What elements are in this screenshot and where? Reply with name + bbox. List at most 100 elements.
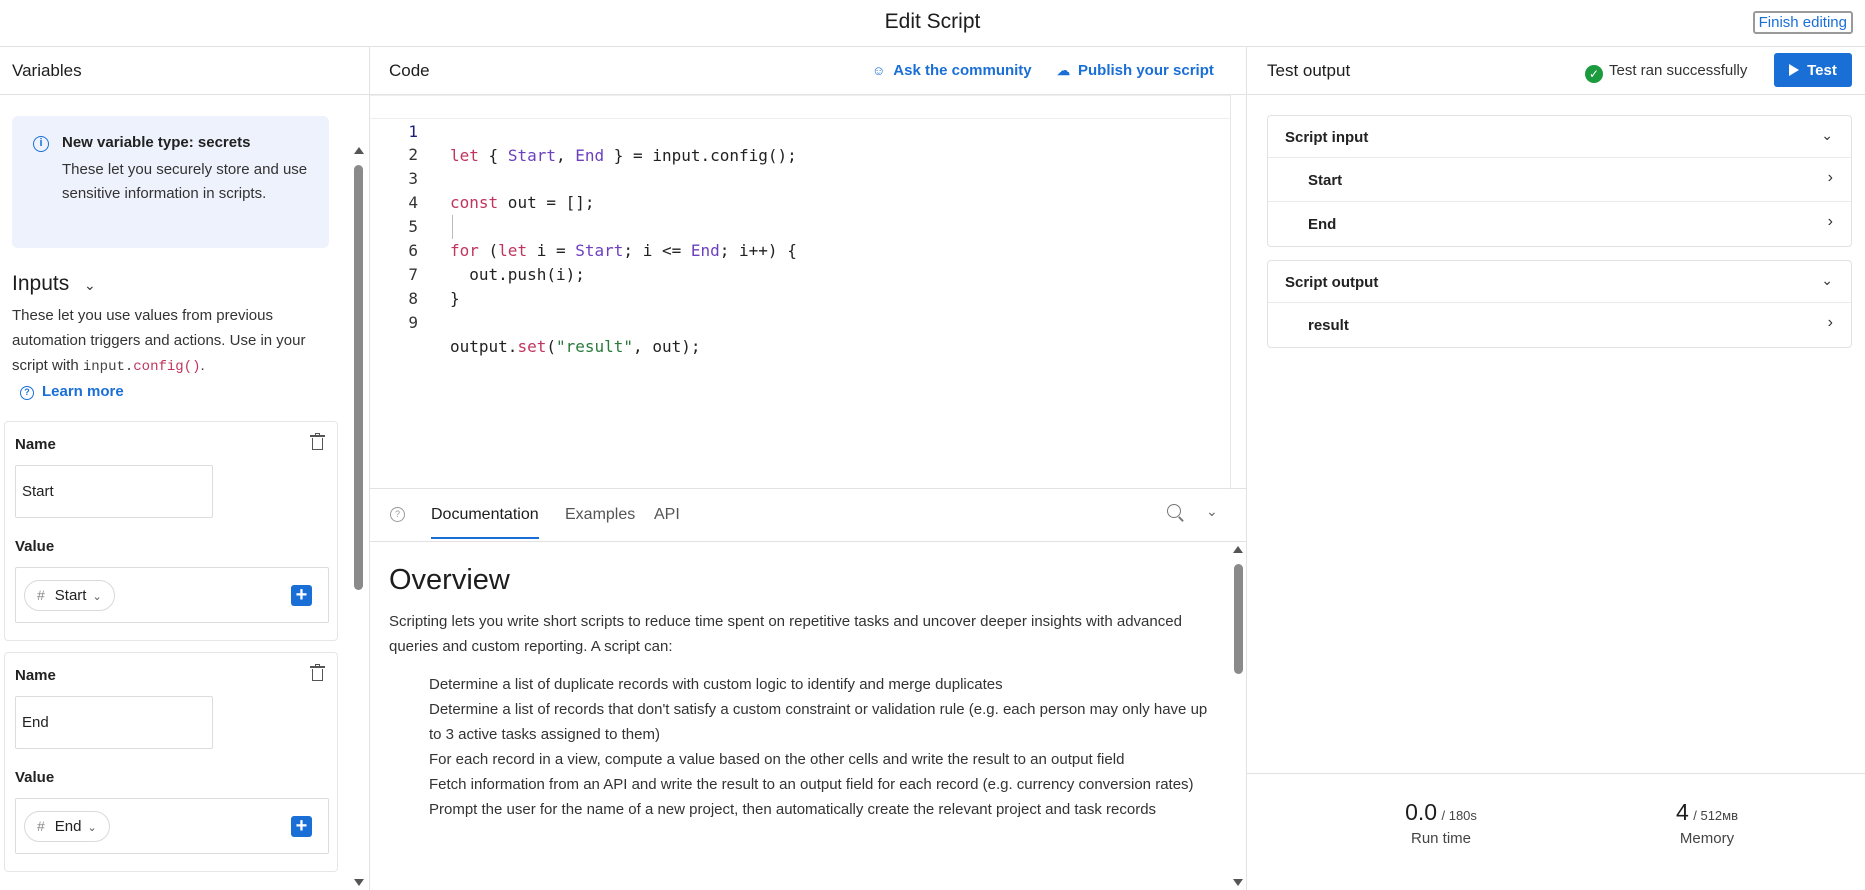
- help-icon[interactable]: ?: [390, 507, 405, 522]
- scroll-thumb[interactable]: [1234, 564, 1243, 674]
- finish-editing-button[interactable]: Finish editing: [1752, 11, 1853, 34]
- inputs-heading[interactable]: Inputs: [12, 272, 69, 296]
- memory-stat: 4 / 512мв Memory: [1675, 799, 1738, 847]
- variables-scrollbar[interactable]: [352, 95, 366, 890]
- variables-title: Variables: [12, 61, 82, 80]
- line-number: 9: [408, 313, 418, 332]
- indent-guide: [452, 215, 453, 239]
- chevron-right-icon: ›: [1827, 314, 1833, 331]
- trash-icon[interactable]: [310, 664, 325, 681]
- variables-header: Variables: [0, 47, 369, 95]
- cloud-upload-icon: ☁: [1057, 63, 1070, 78]
- ask-community-link[interactable]: ☺ Ask the community: [872, 62, 1032, 79]
- run-time-stat: 0.0 / 180s Run time: [1405, 799, 1477, 847]
- list-item: Fetch information from an API and write …: [429, 776, 1194, 793]
- code-line[interactable]: 5 for (let i = Start; i <= End; i++) {: [370, 191, 1230, 260]
- value-label: Value: [15, 538, 55, 555]
- code-line[interactable]: 1 let { Start, End } = input.config();: [370, 95, 1230, 165]
- variable-card-start: Name Start Value # Start ⌄ +: [4, 421, 338, 641]
- tab-api[interactable]: API: [654, 506, 680, 524]
- list-item: Prompt the user for the name of a new pr…: [429, 801, 1157, 818]
- info-text: These let you securely store and use sen…: [62, 161, 308, 202]
- test-output-header: Test output ✓ Test ran successfully Test: [1247, 47, 1865, 95]
- hash-icon: #: [37, 818, 45, 834]
- script-input-accordion: Script input ⌄ Start › End ›: [1267, 115, 1852, 247]
- chevron-down-icon[interactable]: ⌄: [84, 277, 96, 294]
- hash-icon: #: [37, 587, 45, 603]
- doc-heading: Overview: [389, 564, 510, 596]
- doc-intro: Scripting lets you write short scripts t…: [389, 613, 1182, 655]
- info-icon: i: [33, 136, 49, 152]
- script-output-accordion: Script output ⌄ result ›: [1267, 260, 1852, 348]
- secrets-info-banner: i New variable type: secrets These let y…: [12, 116, 329, 248]
- chevron-down-icon: ⌄: [92, 591, 102, 603]
- publish-script-link[interactable]: ☁ Publish your script: [1057, 62, 1214, 79]
- name-label: Name: [15, 436, 56, 453]
- help-icon: ?: [20, 386, 34, 400]
- scroll-down-arrow[interactable]: [1233, 879, 1243, 886]
- inputs-description: These let you use values from previous a…: [12, 307, 306, 375]
- list-item: For each record in a view, compute a val…: [429, 751, 1125, 768]
- name-label: Name: [15, 667, 56, 684]
- script-input-header[interactable]: Script input ⌄: [1268, 116, 1851, 158]
- capability-list: Determine a list of duplicate records wi…: [389, 672, 1211, 822]
- code-line[interactable]: 3 const out = [];: [370, 143, 1230, 212]
- documentation-content: Overview Scripting lets you write short …: [370, 542, 1230, 890]
- output-row[interactable]: Start ›: [1268, 158, 1851, 202]
- code-line[interactable]: 9 output.set("result", out);: [370, 287, 1230, 356]
- tab-examples[interactable]: Examples: [565, 506, 635, 524]
- check-circle-icon: ✓: [1585, 65, 1603, 83]
- variable-value-field[interactable]: # Start ⌄ +: [15, 567, 329, 623]
- chevron-down-icon: ⌄: [87, 822, 97, 834]
- doc-tab-bar: ? Documentation Examples API ⌄: [370, 490, 1247, 542]
- code-line[interactable]: 4: [370, 167, 1230, 212]
- code-panel: Code ☺ Ask the community ☁ Publish your sc…: [370, 47, 1247, 890]
- code-line[interactable]: 2: [370, 119, 1230, 164]
- run-stats: 0.0 / 180s Run time 4 / 512мв Memory: [1247, 773, 1865, 890]
- value-token-pill[interactable]: # Start ⌄: [24, 580, 115, 611]
- people-icon: ☺: [872, 63, 886, 78]
- scroll-up-arrow[interactable]: [354, 147, 364, 154]
- script-output-header[interactable]: Script output ⌄: [1268, 261, 1851, 303]
- value-token-pill[interactable]: # End ⌄: [24, 811, 110, 842]
- add-value-button[interactable]: +: [291, 585, 312, 606]
- documentation-pane: ? Documentation Examples API ⌄ Overview …: [370, 490, 1247, 890]
- trash-icon[interactable]: [310, 433, 325, 450]
- tab-documentation[interactable]: Documentation: [431, 506, 539, 539]
- chevron-right-icon: ›: [1827, 213, 1833, 230]
- chevron-down-icon: ⌄: [1821, 272, 1833, 288]
- chevron-down-icon[interactable]: ⌄: [1206, 503, 1218, 520]
- documentation-scrollbar[interactable]: [1230, 542, 1247, 890]
- variable-name-input[interactable]: End: [15, 696, 213, 749]
- code-header: Code ☺ Ask the community ☁ Publish your sc…: [370, 47, 1246, 95]
- list-item: Determine a list of duplicate records wi…: [429, 676, 1003, 693]
- code-line[interactable]: 8: [370, 263, 1230, 308]
- search-icon[interactable]: [1167, 504, 1185, 522]
- test-button[interactable]: Test: [1774, 53, 1852, 87]
- test-status: ✓ Test ran successfully: [1585, 62, 1747, 83]
- code-editor[interactable]: 1 let { Start, End } = input.config(); 2…: [370, 95, 1247, 489]
- code-text[interactable]: output.set("result", out);: [450, 335, 700, 359]
- output-row[interactable]: End ›: [1268, 202, 1851, 246]
- input-config-code: input.config(): [82, 359, 201, 375]
- scroll-down-arrow[interactable]: [354, 879, 364, 886]
- scroll-thumb[interactable]: [354, 165, 363, 590]
- variable-value-field[interactable]: # End ⌄ +: [15, 798, 329, 854]
- info-title: New variable type: secrets: [62, 134, 251, 151]
- variable-card-end: Name End Value # End ⌄ +: [4, 652, 338, 872]
- code-line[interactable]: 7 }: [370, 239, 1230, 308]
- output-row[interactable]: result ›: [1268, 303, 1851, 347]
- test-output-panel: Test output ✓ Test ran successfully Test …: [1247, 47, 1865, 890]
- value-label: Value: [15, 769, 55, 786]
- test-output-title: Test output: [1267, 61, 1351, 80]
- learn-more-link[interactable]: ? Learn more: [20, 383, 124, 400]
- code-title: Code: [389, 61, 430, 80]
- scroll-up-arrow[interactable]: [1233, 546, 1243, 553]
- variable-name-input[interactable]: Start: [15, 465, 213, 518]
- chevron-down-icon: ⌄: [1821, 127, 1833, 143]
- play-icon: [1789, 63, 1800, 76]
- editor-scroll-track[interactable]: [1230, 95, 1231, 489]
- add-value-button[interactable]: +: [291, 816, 312, 837]
- page-title: Edit Script: [884, 10, 981, 33]
- code-line[interactable]: 6 out.push(i);: [370, 215, 1230, 284]
